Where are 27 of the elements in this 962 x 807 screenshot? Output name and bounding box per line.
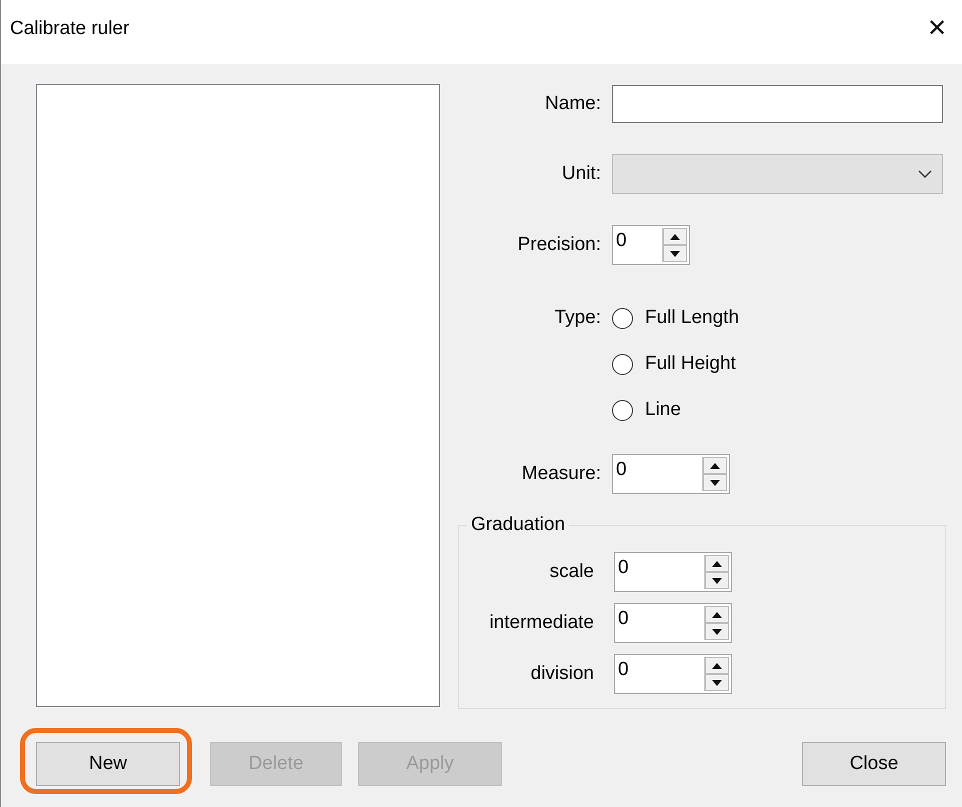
field-label: scale bbox=[548, 561, 594, 583]
radio-option[interactable]: Line bbox=[612, 387, 740, 433]
radio-option[interactable]: Full Length bbox=[612, 295, 740, 341]
number-spinner[interactable]: 0 bbox=[612, 454, 730, 494]
field-label: intermediate bbox=[488, 612, 594, 634]
window-title: Calibrate ruler bbox=[10, 18, 130, 40]
number-spinner[interactable]: 0 bbox=[614, 552, 732, 592]
field-label: Name: bbox=[544, 93, 601, 115]
field-label: Unit: bbox=[560, 163, 601, 185]
close-button[interactable]: ✕ bbox=[912, 3, 962, 53]
chevron-down-icon bbox=[918, 170, 932, 178]
field-label: Type: bbox=[554, 306, 601, 330]
field-label: Precision: bbox=[516, 234, 601, 256]
number-spinner[interactable]: 0 bbox=[612, 225, 690, 265]
up-down-arrows-icon[interactable] bbox=[704, 555, 729, 589]
field-label: division bbox=[530, 663, 594, 685]
dialog-button[interactable]: Close bbox=[802, 742, 946, 786]
up-down-arrows-icon[interactable] bbox=[704, 657, 729, 691]
number-spinner[interactable]: 0 bbox=[614, 603, 732, 643]
dialog-button[interactable]: New bbox=[36, 742, 180, 786]
name-field[interactable] bbox=[612, 85, 943, 123]
up-down-arrows-icon[interactable] bbox=[702, 457, 727, 491]
number-spinner[interactable]: 0 bbox=[614, 654, 732, 694]
radio-option[interactable]: Full Height bbox=[612, 341, 740, 387]
field-label: Measure: bbox=[520, 463, 601, 485]
up-down-arrows-icon[interactable] bbox=[662, 228, 687, 262]
up-down-arrows-icon[interactable] bbox=[704, 606, 729, 640]
